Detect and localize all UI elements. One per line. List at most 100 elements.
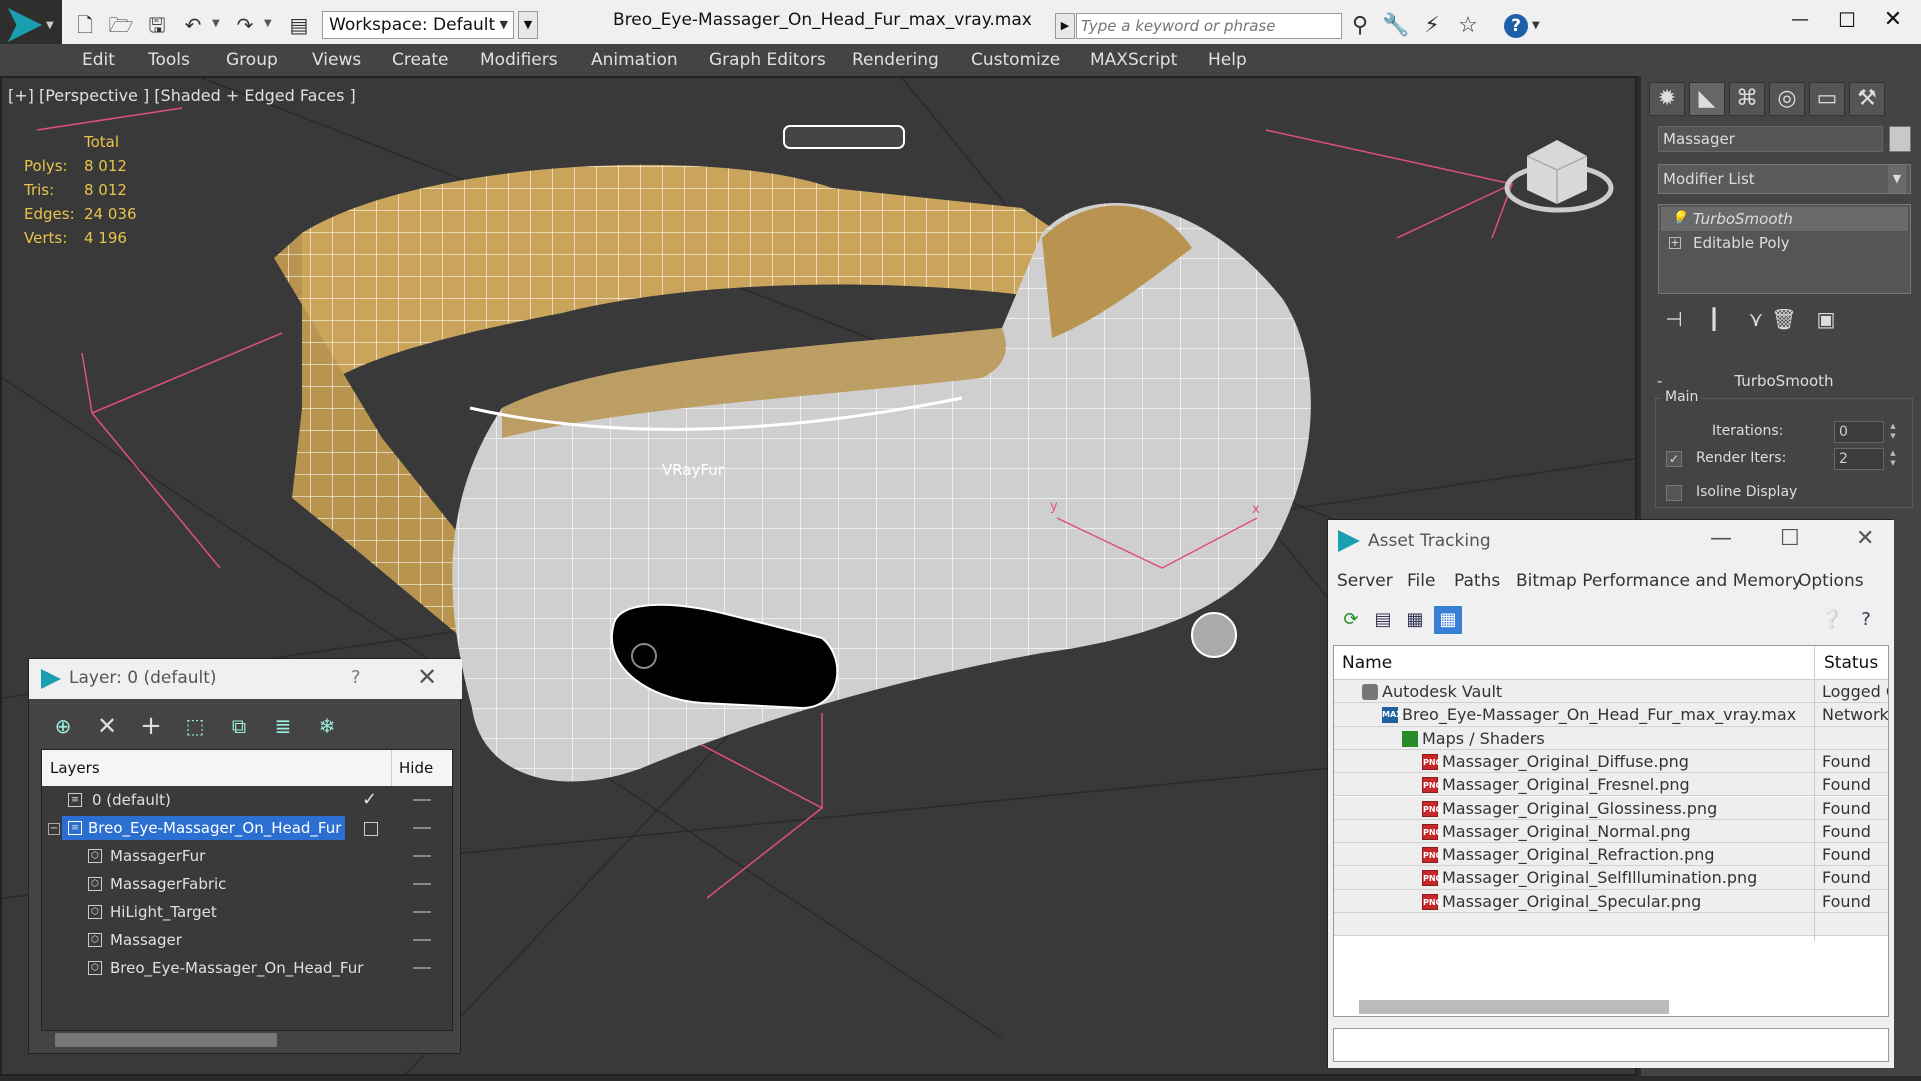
hide-toggle[interactable] [413,827,431,829]
menu-server[interactable]: Server [1337,571,1393,591]
close-button[interactable]: ✕ [1868,0,1918,40]
undo-dropdown-icon[interactable]: ▼ [212,18,220,29]
show-end-result-icon[interactable]: ┃ [1699,304,1729,334]
active-layer-check-icon[interactable]: ✓ [362,786,377,814]
column-header-layers[interactable]: Layers [50,759,100,777]
layer-row[interactable]: ⬡ MassagerFur [42,842,452,870]
modify-tab-icon[interactable]: ◣ [1689,82,1725,116]
menu-modifiers[interactable]: Modifiers [480,50,558,70]
menu-bitmap-performance[interactable]: Bitmap Performance and Memory [1516,571,1802,591]
freeze-all-layers-icon[interactable]: ❄ [311,711,343,741]
modifier-list-dropdown[interactable]: Modifier List ▼ [1658,164,1911,194]
help-button[interactable]: ? [351,667,361,688]
minimize-button[interactable]: — [1710,526,1732,551]
layer-row[interactable]: − Breo_Eye-Massager_On_Head_Fur ≡ [42,814,452,842]
layer-row[interactable]: ⬡ HiLight_Target [42,898,452,926]
asset-row[interactable]: Maps / Shaders [1334,726,1888,755]
hide-toggle[interactable] [413,939,431,941]
menu-views[interactable]: Views [312,50,361,70]
configure-sets-icon[interactable]: ▣ [1811,304,1841,334]
asset-row[interactable]: Autodesk Vault Logged O [1334,680,1888,708]
open-file-icon[interactable]: 🗁 [108,12,134,38]
workspace-menu-button[interactable]: ▼ [518,11,538,39]
table-view-icon[interactable]: ▦ [1434,606,1462,634]
collapse-icon[interactable]: − [48,823,60,835]
horizontal-scrollbar[interactable] [55,1033,277,1047]
iterations-spinner[interactable] [1834,421,1884,443]
maximize-button[interactable]: ☐ [1780,526,1800,551]
hide-all-layers-icon[interactable]: ≣ [267,711,299,741]
layer-row[interactable]: ⬡ Breo_Eye-Massager_On_Head_Fur [42,954,452,982]
app-menu-button[interactable]: ▼ [0,0,62,50]
search-input[interactable] [1076,13,1342,39]
remove-modifier-icon[interactable]: 🗑 [1769,304,1799,334]
undo-icon[interactable]: ↶ [180,12,206,38]
menu-group[interactable]: Group [226,50,278,70]
add-to-layer-icon[interactable]: + [135,711,167,741]
spinner-arrows-icon[interactable]: ▲ ▼ [1888,421,1898,443]
make-unique-icon[interactable]: ⋎ [1741,304,1771,334]
binoculars-icon[interactable]: ⚲ [1346,12,1374,40]
asset-row[interactable]: MAX Breo_Eye-Massager_On_Head_Fur_max_vra… [1334,703,1888,732]
save-file-icon[interactable]: 🖫 [144,12,170,38]
menu-maxscript[interactable]: MAXScript [1090,50,1177,70]
display-tab-icon[interactable]: ▭ [1809,82,1845,116]
menu-rendering[interactable]: Rendering [852,50,939,70]
delete-layer-icon[interactable]: ✕ [91,711,123,741]
render-iters-checkbox[interactable]: ✓ [1666,451,1682,467]
help-tip-icon[interactable]: ? [1852,606,1880,634]
help-button[interactable]: ? ▼ [1502,12,1546,40]
column-header-name[interactable]: Name [1342,653,1392,673]
asset-row[interactable]: PNG Massager_Original_Specular.png Found [1334,889,1888,918]
menu-tools[interactable]: Tools [148,50,190,70]
viewport-label[interactable]: [+] [Perspective ] [Shaded + Edged Faces… [8,86,356,105]
menu-paths[interactable]: Paths [1454,571,1500,591]
asset-row[interactable]: PNG Massager_Original_Glossiness.png Found [1334,796,1888,825]
redo-icon[interactable]: ↷ [232,12,258,38]
spinner-arrows-icon[interactable]: ▲ ▼ [1888,448,1898,470]
maximize-button[interactable]: ☐ [1822,0,1872,40]
asset-row[interactable]: PNG Massager_Original_Normal.png Found [1334,819,1888,848]
asset-row[interactable]: PNG Massager_Original_Fresnel.png Found [1334,773,1888,802]
object-color-swatch[interactable] [1889,126,1911,152]
layer-row[interactable]: ⬡ Massager [42,926,452,954]
lightbulb-icon[interactable]: 💡 [1671,207,1687,231]
column-header-hide[interactable]: Hide [399,759,433,777]
object-name-field[interactable] [1658,126,1883,152]
layer-row[interactable]: ⬡ MassagerFabric [42,870,452,898]
set-active-layer-box[interactable] [364,822,378,836]
asset-row[interactable]: PNG Massager_Original_Refraction.png Found [1334,843,1888,872]
hide-toggle[interactable] [413,911,431,913]
stack-item-editable-poly[interactable]: + Editable Poly [1661,231,1908,255]
tools-icon[interactable]: 🔧 [1382,12,1410,40]
layer-dialog-titlebar[interactable]: Layer: 0 (default) ? ✕ [29,659,462,699]
utilities-tab-icon[interactable]: ⚒ [1849,82,1885,116]
viewcube[interactable] [1504,140,1614,213]
hide-toggle[interactable] [413,883,431,885]
list-view-icon[interactable]: ▤ [1369,606,1397,634]
hide-toggle[interactable] [413,967,431,969]
menu-graph-editors[interactable]: Graph Editors [709,50,826,70]
close-button[interactable]: ✕ [1856,526,1874,551]
new-file-icon[interactable]: 🗋 [72,12,98,38]
refresh-icon[interactable]: ⟳ [1337,606,1365,634]
menu-options[interactable]: Options [1798,571,1864,591]
asset-row[interactable]: PNG Massager_Original_Diffuse.png Found [1334,749,1888,778]
highlight-layer-icon[interactable]: ⧉ [223,711,255,741]
expand-icon[interactable]: + [1669,237,1681,249]
create-layer-icon[interactable]: ⊕ [47,711,79,741]
hide-toggle[interactable] [413,799,431,801]
motion-tab-icon[interactable]: ◎ [1769,82,1805,116]
help-icon[interactable]: ❔ [1818,606,1846,634]
column-header-status[interactable]: Status [1824,653,1878,673]
menu-create[interactable]: Create [392,50,449,70]
thumbnail-view-icon[interactable]: ▦ [1401,606,1429,634]
horizontal-scrollbar[interactable] [1359,1000,1669,1014]
asset-dialog-titlebar[interactable]: Asset Tracking — ☐ ✕ [1328,520,1894,564]
create-tab-sun-icon[interactable]: ✹ [1649,82,1685,116]
favorites-star-icon[interactable]: ☆ [1454,12,1482,40]
project-folder-icon[interactable]: ▤ [286,12,312,38]
menu-help[interactable]: Help [1208,50,1247,70]
layer-row[interactable]: ≡ 0 (default) ✓ [42,786,452,814]
menu-file[interactable]: File [1407,571,1435,591]
